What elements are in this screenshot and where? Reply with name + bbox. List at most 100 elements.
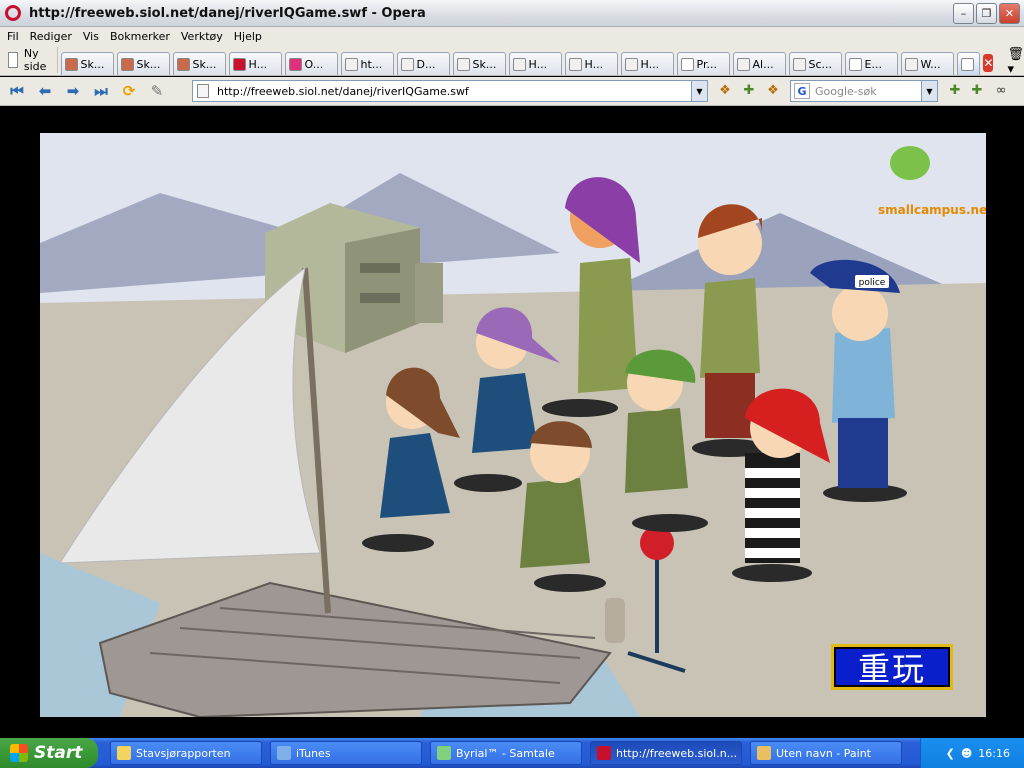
tab-favicon-icon: [512, 57, 526, 71]
menu-bar: Fil Rediger Vis Bokmerker Verktøy Hjelp: [0, 27, 1024, 46]
tab-favicon-icon: [176, 57, 190, 71]
replay-button[interactable]: 重玩: [831, 644, 953, 690]
address-bar[interactable]: http://freeweb.siol.net/danej/riverIQGam…: [192, 80, 708, 102]
tab-3[interactable]: H...: [228, 52, 282, 75]
house-door: [415, 263, 443, 323]
tab-favicon-icon: [624, 57, 638, 71]
tab-favicon-icon: [456, 57, 470, 71]
restore-button[interactable]: ❐: [976, 3, 997, 24]
edit-icon[interactable]: ✎: [146, 80, 168, 102]
tray-arrow-icon[interactable]: ❮: [946, 747, 955, 760]
taskbar-button-4[interactable]: Uten navn - Paint: [750, 741, 902, 765]
close-tab-button[interactable]: ✕: [983, 54, 994, 72]
taskbar-button-label: Byrial™ - Samtale: [456, 746, 555, 760]
minimize-button[interactable]: –: [953, 3, 974, 24]
clock: 16:16: [978, 746, 1010, 760]
search-placeholder: Google-søk: [815, 84, 877, 98]
page-options-icon[interactable]: ✚: [946, 83, 964, 99]
address-dropdown-icon[interactable]: ▼: [691, 81, 707, 101]
address-url[interactable]: http://freeweb.siol.net/danej/riverIQGam…: [217, 85, 469, 98]
rewind-icon[interactable]: ⏮: [6, 80, 28, 102]
reload-icon[interactable]: ⟳: [118, 80, 140, 102]
tab-bar: Ny side Sk... Sk... Sk... H... O... ht... D...…: [0, 46, 1024, 77]
tab-label: H...: [640, 57, 660, 71]
tab-label: ht...: [360, 57, 383, 71]
tab-9[interactable]: H...: [564, 52, 618, 75]
new-page-label: Ny side: [23, 47, 47, 73]
taskbar-button-label: Stavsjørapporten: [136, 746, 231, 760]
tab-label: Pr...: [696, 57, 717, 71]
tab-15[interactable]: W...: [900, 52, 954, 75]
tab-8[interactable]: H...: [508, 52, 562, 75]
tab-label: Sk...: [192, 57, 217, 71]
tab-13[interactable]: Sc...: [788, 52, 842, 75]
menu-file[interactable]: Fil: [7, 30, 19, 43]
tab-4[interactable]: O...: [284, 52, 338, 75]
tab-5[interactable]: ht...: [340, 52, 394, 75]
tab-favicon-icon: [736, 57, 750, 71]
zoom-glasses-icon[interactable]: ∞: [992, 83, 1010, 99]
wand-icon[interactable]: ❖: [764, 83, 782, 99]
messenger-icon[interactable]: ☻: [961, 747, 972, 760]
tab-favicon-icon: [848, 57, 862, 71]
window-controls: – ❐ ✕: [953, 3, 1020, 24]
tab-label: H...: [584, 57, 604, 71]
menu-help[interactable]: Hjelp: [234, 30, 262, 43]
navigation-toolbar: ⏮ ⬅ ➡ ⏭ ⟳ ✎ http://freeweb.siol.net/dane…: [0, 77, 1024, 106]
tab-label: Sk...: [80, 57, 105, 71]
taskbar-button-3[interactable]: http://freeweb.siol.n...: [590, 741, 742, 765]
title-bar: http://freeweb.siol.net/danej/riverIQGam…: [0, 0, 1024, 27]
start-button[interactable]: Start: [0, 738, 98, 768]
menu-bookmarks[interactable]: Bokmerker: [110, 30, 170, 43]
tab-label: E...: [864, 57, 882, 71]
opera-logo-icon: [5, 5, 21, 21]
page-icon: [8, 52, 18, 68]
tab-favicon-icon: [120, 57, 134, 71]
forward-icon[interactable]: ➡: [62, 80, 84, 102]
tab-active[interactable]: [956, 52, 981, 75]
tab-6[interactable]: D...: [396, 52, 450, 75]
tab-14[interactable]: E...: [844, 52, 898, 75]
house-window: [360, 293, 400, 303]
logo-mascot: [890, 146, 930, 180]
taskbar-button-2[interactable]: Byrial™ - Samtale: [430, 741, 582, 765]
tab-1[interactable]: Sk...: [116, 52, 170, 75]
page-icon: [197, 84, 209, 98]
menu-view[interactable]: Vis: [83, 30, 99, 43]
flash-game-area[interactable]: police smallcampus.net 重玩: [40, 133, 986, 717]
trash-icon[interactable]: 🗑▾: [1007, 47, 1024, 77]
app-icon: [437, 746, 451, 760]
search-dropdown-icon[interactable]: ▼: [921, 81, 937, 101]
tab-label: D...: [416, 57, 436, 71]
game-scene: police: [40, 133, 986, 717]
house-window: [360, 263, 400, 273]
new-page-button[interactable]: Ny side: [4, 47, 58, 73]
tab-11[interactable]: Pr...: [676, 52, 730, 75]
tab-label: Sc...: [808, 57, 833, 71]
wand-icon[interactable]: ❖: [716, 83, 734, 99]
tab-favicon-icon: [288, 57, 302, 71]
tab-7[interactable]: Sk...: [452, 52, 506, 75]
app-icon: [117, 746, 131, 760]
taskbar-button-label: iTunes: [296, 746, 331, 760]
page-options-icon[interactable]: ✚: [968, 83, 986, 99]
window-title: http://freeweb.siol.net/danej/riverIQGam…: [29, 5, 426, 21]
app-icon: [277, 746, 291, 760]
close-button[interactable]: ✕: [999, 3, 1020, 24]
menu-edit[interactable]: Rediger: [30, 30, 72, 43]
tab-0[interactable]: Sk...: [60, 52, 114, 75]
tab-10[interactable]: H...: [620, 52, 674, 75]
taskbar-button-1[interactable]: iTunes: [270, 741, 422, 765]
taskbar-button-0[interactable]: Stavsjørapporten: [110, 741, 262, 765]
tab-favicon-icon: [64, 57, 78, 71]
tab-favicon-icon: [904, 57, 918, 71]
tab-2[interactable]: Sk...: [172, 52, 226, 75]
back-icon[interactable]: ⬅: [34, 80, 56, 102]
fast-forward-icon[interactable]: ⏭: [90, 80, 112, 102]
start-label: Start: [34, 743, 83, 763]
tab-favicon-icon: [680, 57, 694, 71]
menu-tools[interactable]: Verktøy: [181, 30, 223, 43]
search-field[interactable]: G Google-søk ▼: [790, 80, 938, 102]
tab-12[interactable]: Al...: [732, 52, 786, 75]
bookmark-add-icon[interactable]: ✚: [740, 83, 758, 99]
